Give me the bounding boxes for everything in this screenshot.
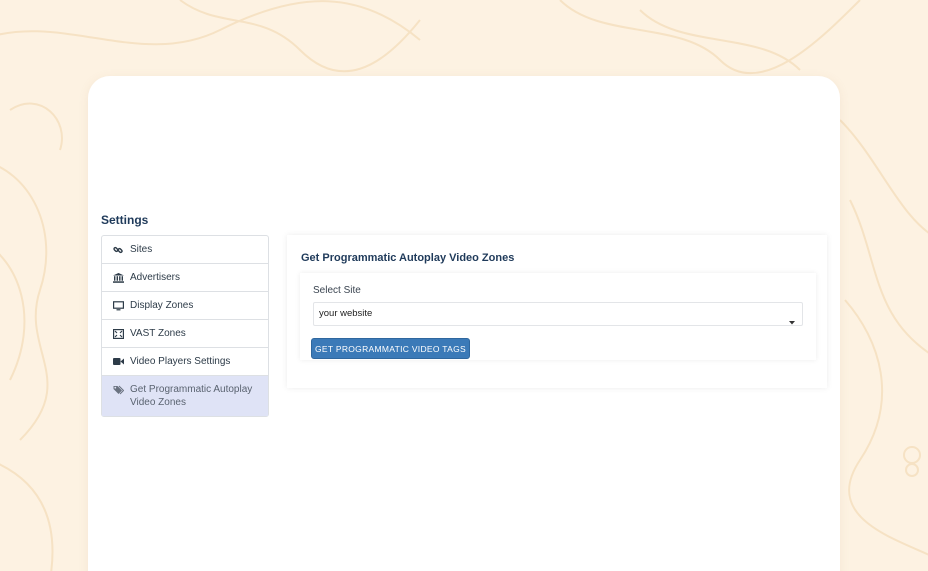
sidebar-item-label: Display Zones [130, 300, 194, 311]
get-programmatic-video-tags-button[interactable]: GET PROGRAMMATIC VIDEO TAGS [311, 338, 470, 359]
form-card: Select Site your website GET PROGRAMMATI… [300, 273, 816, 360]
main-card: Settings Sites Advertisers Display Zones… [88, 76, 840, 571]
sidebar-item-vast-zones[interactable]: VAST Zones [102, 320, 268, 348]
vast-icon [112, 327, 124, 340]
sidebar-item-label: VAST Zones [130, 328, 186, 339]
select-site-label: Select Site [313, 285, 361, 296]
sidebar-item-label: Video Players Settings [130, 356, 231, 367]
content-panel: Get Programmatic Autoplay Video Zones Se… [287, 235, 827, 388]
sidebar-item-advertisers[interactable]: Advertisers [102, 264, 268, 292]
caret-down-icon [789, 312, 795, 330]
link-icon [112, 243, 124, 256]
sidebar-item-video-players-settings[interactable]: Video Players Settings [102, 348, 268, 376]
monitor-icon [112, 299, 124, 312]
site-select-value: your website [319, 308, 373, 319]
video-camera-icon [112, 355, 124, 368]
page-title: Get Programmatic Autoplay Video Zones [301, 252, 515, 264]
sidebar-item-label: Sites [130, 244, 153, 255]
bank-icon [112, 271, 124, 284]
site-select[interactable]: your website [313, 302, 803, 326]
tags-icon [112, 383, 124, 396]
settings-heading: Settings [101, 213, 149, 227]
sidebar-item-display-zones[interactable]: Display Zones [102, 292, 268, 320]
sidebar-item-label: Get Programmatic Autoplay Video Zones [130, 384, 253, 408]
sidebar-item-label: Advertisers [130, 272, 181, 283]
sidebar-item-sites[interactable]: Sites [102, 236, 268, 264]
sidebar-item-get-programmatic-autoplay-video-zones[interactable]: Get Programmatic Autoplay Video Zones [102, 376, 268, 416]
settings-sidebar: Sites Advertisers Display Zones VAST Zon… [101, 235, 269, 417]
